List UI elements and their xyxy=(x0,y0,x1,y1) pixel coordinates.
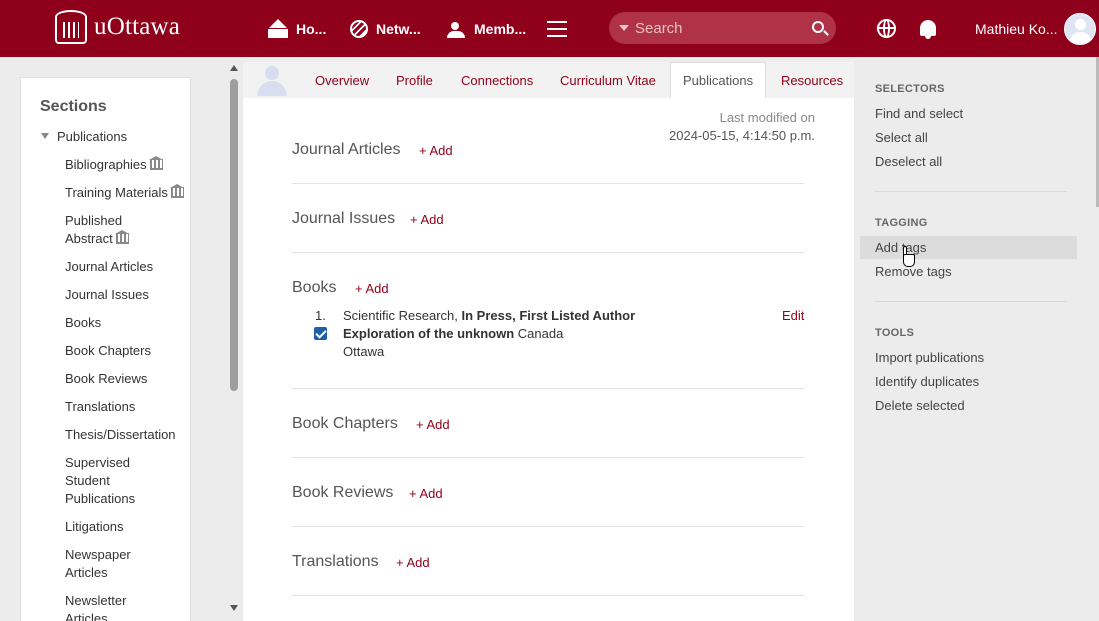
search-icon[interactable] xyxy=(812,21,824,33)
sidebar-item-litigations[interactable]: Litigations xyxy=(65,518,189,536)
sidebar-item-thesis-dissertation[interactable]: Thesis/Dissertation xyxy=(65,426,189,444)
sidebar-item-book-reviews[interactable]: Book Reviews xyxy=(65,370,189,388)
user-avatar[interactable] xyxy=(1064,13,1096,45)
book-city: Ottawa xyxy=(343,344,385,359)
deselect-all-link[interactable]: Deselect all xyxy=(875,154,942,169)
nav-members[interactable]: Memb... xyxy=(446,19,526,39)
members-icon xyxy=(446,20,466,38)
section-divider xyxy=(292,595,804,596)
home-icon xyxy=(268,19,288,38)
section-title-translations: Translations xyxy=(292,553,379,570)
building-logo-icon xyxy=(55,10,87,44)
select-all-link[interactable]: Select all xyxy=(875,130,928,145)
section-title-book-chapters: Book Chapters xyxy=(292,415,398,432)
menu-icon[interactable] xyxy=(547,21,567,37)
find-and-select-link[interactable]: Find and select xyxy=(875,106,963,121)
search-input[interactable] xyxy=(635,19,805,37)
section-divider xyxy=(292,526,804,527)
user-name[interactable]: Mathieu Ko... xyxy=(975,21,1058,37)
add-journal-article-button[interactable]: + Add xyxy=(419,143,453,158)
search-scope-dropdown-icon[interactable] xyxy=(619,25,629,31)
book-country: Canada xyxy=(517,326,564,341)
tab-connections[interactable]: Connections xyxy=(461,73,533,88)
scrollbar-thumb[interactable] xyxy=(230,79,238,391)
add-journal-issue-button[interactable]: + Add xyxy=(410,212,444,227)
last-modified-date: 2024-05-15, 4:14:50 p.m. xyxy=(669,128,815,143)
panel-divider xyxy=(875,301,1067,302)
scroll-up-arrow-icon[interactable] xyxy=(230,65,238,71)
book-title[interactable]: Exploration of the unknown xyxy=(343,326,514,341)
sidebar-item-newsletter-articles[interactable]: Newsletter Articles xyxy=(65,592,145,621)
sidebar-item-published-abstract[interactable]: Published Abstract xyxy=(65,212,145,248)
section-divider xyxy=(292,252,804,253)
tab-overview[interactable]: Overview xyxy=(315,73,369,88)
sidebar-item-translations[interactable]: Translations xyxy=(65,398,189,416)
add-book-button[interactable]: + Add xyxy=(355,281,389,296)
section-title-journal-issues: Journal Issues xyxy=(292,210,396,227)
section-divider xyxy=(292,457,804,458)
search-box xyxy=(609,12,836,44)
uottawa-logo[interactable]: uOttawa xyxy=(55,10,180,44)
sidebar-item-journal-articles[interactable]: Journal Articles xyxy=(65,258,189,276)
sidebar-item-supervised-student-publications[interactable]: Supervised Student Publications xyxy=(65,454,145,508)
add-book-review-button[interactable]: + Add xyxy=(409,486,443,501)
network-icon xyxy=(350,20,368,38)
tab-resources[interactable]: Resources xyxy=(781,73,843,88)
section-divider xyxy=(292,388,804,389)
tab-curriculum-vitae[interactable]: Curriculum Vitae xyxy=(560,73,656,88)
scroll-down-arrow-icon[interactable] xyxy=(230,605,238,611)
import-publications-link[interactable]: Import publications xyxy=(875,350,984,365)
section-title-books: Books xyxy=(292,279,337,296)
sections-panel: Sections Publications Bibliographies Tra… xyxy=(20,77,191,621)
book-entry-number: 1. xyxy=(315,308,326,323)
sections-title: Sections xyxy=(40,98,107,115)
add-book-chapter-button[interactable]: + Add xyxy=(416,417,450,432)
add-translation-button[interactable]: + Add xyxy=(396,555,430,570)
last-modified-label: Last modified on xyxy=(719,110,815,125)
tab-profile[interactable]: Profile xyxy=(396,73,433,88)
panel-divider xyxy=(875,191,1067,192)
language-globe-icon[interactable] xyxy=(877,19,896,38)
hand-pointer-cursor-icon xyxy=(899,246,917,270)
logo-text: uOttawa xyxy=(94,13,181,40)
sidebar-item-book-chapters[interactable]: Book Chapters xyxy=(65,342,189,360)
book-status: In Press xyxy=(461,308,513,323)
edit-book-link[interactable]: Edit xyxy=(782,308,804,323)
selectors-heading: SELECTORS xyxy=(875,83,945,95)
profile-avatar xyxy=(256,64,288,96)
sidebar-item-newspaper-articles[interactable]: Newspaper Articles xyxy=(65,546,145,582)
sidebar-item-training-materials[interactable]: Training Materials xyxy=(65,184,189,202)
institution-icon xyxy=(148,156,163,170)
nav-network-label: Netw... xyxy=(376,21,421,37)
book-select-checkbox[interactable] xyxy=(314,327,327,340)
nav-members-label: Memb... xyxy=(474,21,527,37)
tools-heading: TOOLS xyxy=(875,327,915,339)
tagging-heading: TAGGING xyxy=(875,217,928,229)
identify-duplicates-link[interactable]: Identify duplicates xyxy=(875,374,979,389)
section-divider xyxy=(292,183,804,184)
section-title-book-reviews: Book Reviews xyxy=(292,484,394,501)
institution-icon xyxy=(114,230,129,244)
institution-icon xyxy=(169,184,184,198)
expand-triangle-icon[interactable] xyxy=(41,133,49,139)
book-role: First Listed Author xyxy=(519,308,636,323)
delete-selected-link[interactable]: Delete selected xyxy=(875,398,965,413)
sidebar-root-publications[interactable]: Publications xyxy=(41,129,127,144)
section-title-journal-articles: Journal Articles xyxy=(292,141,401,158)
notifications-bell-icon[interactable] xyxy=(920,20,936,39)
nav-network[interactable]: Netw... xyxy=(350,19,421,39)
sidebar-item-bibliographies[interactable]: Bibliographies xyxy=(65,156,189,174)
tab-publications[interactable]: Publications xyxy=(670,62,767,98)
nav-home-label: Ho... xyxy=(296,21,327,37)
sidebar-item-journal-issues[interactable]: Journal Issues xyxy=(65,286,189,304)
book-publisher: Scientific Research, xyxy=(343,308,458,323)
sidebar-item-books[interactable]: Books xyxy=(65,314,189,332)
nav-home[interactable]: Ho... xyxy=(268,19,326,39)
